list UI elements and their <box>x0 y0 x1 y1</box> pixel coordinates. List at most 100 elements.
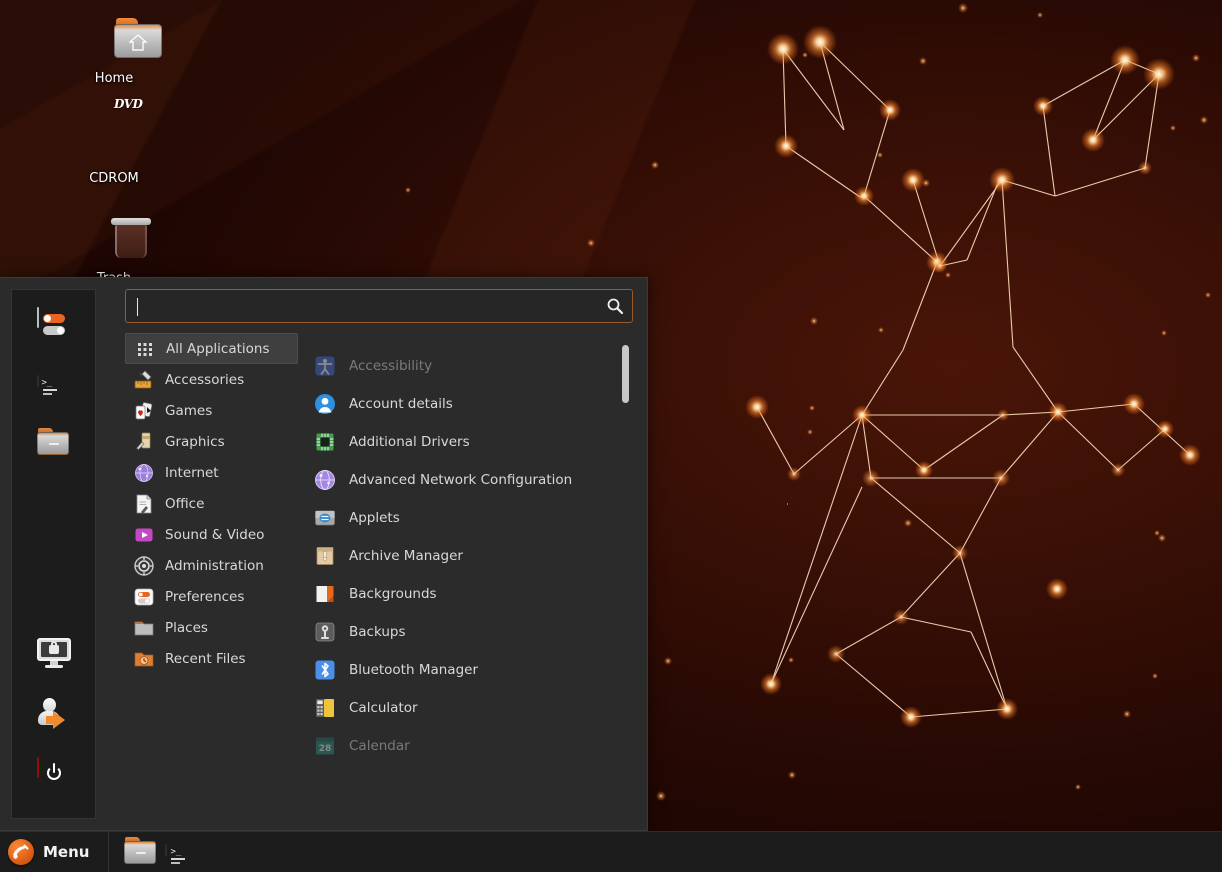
file-manager-launcher[interactable] <box>124 837 156 867</box>
category-item-administration[interactable]: Administration <box>125 550 298 581</box>
category-item-all-applications[interactable]: All Applications <box>125 333 298 364</box>
application-item-calculator[interactable]: Calculator <box>306 689 625 727</box>
category-item-preferences[interactable]: Preferences <box>125 581 298 612</box>
recent-files-icon <box>133 648 155 670</box>
accessibility-icon <box>314 355 336 377</box>
category-label: Graphics <box>165 434 225 450</box>
games-icon <box>133 400 155 422</box>
svg-text:28: 28 <box>319 744 332 754</box>
application-item-clipped[interactable] <box>306 333 625 347</box>
menu-main-area: All Applications Accessories Games <box>96 278 647 830</box>
category-label: Places <box>165 620 208 636</box>
application-label: Accessibility <box>349 358 432 374</box>
advanced-network-icon <box>314 469 336 491</box>
sidebar-item-terminal[interactable]: >_ <box>37 368 71 402</box>
category-item-accessories[interactable]: Accessories <box>125 364 298 395</box>
search-input[interactable] <box>136 299 606 314</box>
sidebar-item-lock-screen[interactable] <box>37 638 71 672</box>
application-list: Accessibility Account details <box>306 333 625 830</box>
apps-scrollbar-track[interactable] <box>622 341 629 824</box>
category-label: Office <box>165 496 204 512</box>
terminal-icon: >_ <box>165 844 167 856</box>
cdrom-icon: DVD <box>90 118 138 166</box>
menu-system-sidebar: >_ <box>11 289 96 819</box>
category-item-graphics[interactable]: Graphics <box>125 426 298 457</box>
office-icon <box>133 493 155 515</box>
search-box[interactable] <box>125 289 633 323</box>
category-item-places[interactable]: Places <box>125 612 298 643</box>
sidebar-item-files[interactable] <box>37 428 71 462</box>
trash-icon <box>90 218 138 266</box>
additional-drivers-icon <box>314 431 336 453</box>
application-item-calendar[interactable]: 28 Calendar <box>306 727 625 765</box>
application-menu-popup: >_ <box>0 277 648 831</box>
preferences-icon <box>133 586 155 608</box>
desktop-icon-trash[interactable]: Trash <box>66 218 162 286</box>
terminal-launcher[interactable]: >_ <box>165 837 197 867</box>
backups-icon <box>314 621 336 643</box>
internet-icon <box>133 462 155 484</box>
mint-logo-icon <box>8 839 34 865</box>
backgrounds-icon <box>314 583 336 605</box>
category-label: Accessories <box>165 372 244 388</box>
application-item-bluetooth-manager[interactable]: Bluetooth Manager <box>306 651 625 689</box>
home-folder-icon <box>90 18 138 66</box>
application-list-wrap: Accessibility Account details <box>298 333 647 830</box>
category-item-sound-video[interactable]: Sound & Video <box>125 519 298 550</box>
application-label: Backgrounds <box>349 586 437 602</box>
menu-button[interactable]: Menu <box>0 832 102 872</box>
category-label: Internet <box>165 465 219 481</box>
application-label: Backups <box>349 624 406 640</box>
category-item-recent-files[interactable]: Recent Files <box>125 643 298 674</box>
category-item-internet[interactable]: Internet <box>125 457 298 488</box>
application-label: Account details <box>349 396 453 412</box>
application-item-account-details[interactable]: Account details <box>306 385 625 423</box>
application-label: Additional Drivers <box>349 434 470 450</box>
application-item-applets[interactable]: Applets <box>306 499 625 537</box>
application-item-advanced-network-configuration[interactable]: Advanced Network Configuration <box>306 461 625 499</box>
graphics-icon <box>133 431 155 453</box>
desktop-icon-label: CDROM <box>66 171 162 186</box>
grid-icon <box>134 338 156 360</box>
desktop-icon-home[interactable]: Home <box>66 18 162 86</box>
text-caret <box>137 298 138 316</box>
application-item-backgrounds[interactable]: Backgrounds <box>306 575 625 613</box>
bluetooth-manager-icon <box>314 659 336 681</box>
category-label: Sound & Video <box>165 527 264 543</box>
desktop-icon-cdrom[interactable]: DVD CDROM <box>66 118 162 186</box>
clipped-app-icon <box>314 333 336 347</box>
category-list: All Applications Accessories Games <box>96 333 298 830</box>
sidebar-item-quit[interactable] <box>37 758 71 792</box>
application-label: Applets <box>349 510 400 526</box>
category-label: Preferences <box>165 589 244 605</box>
application-item-additional-drivers[interactable]: Additional Drivers <box>306 423 625 461</box>
sidebar-item-system-settings[interactable] <box>37 308 71 342</box>
calendar-icon: 28 <box>314 735 336 757</box>
application-item-archive-manager[interactable]: Archive Manager <box>306 537 625 575</box>
accessories-icon <box>133 369 155 391</box>
power-icon <box>37 757 39 778</box>
category-label: Games <box>165 403 212 419</box>
search-row <box>96 289 647 323</box>
places-icon <box>133 617 155 639</box>
category-item-games[interactable]: Games <box>125 395 298 426</box>
menu-button-label: Menu <box>43 843 89 861</box>
apps-scrollbar-thumb[interactable] <box>622 345 629 403</box>
application-item-backups[interactable]: Backups <box>306 613 625 651</box>
desktop-icon-label: Home <box>66 71 162 86</box>
application-label: Calculator <box>349 700 418 716</box>
category-item-office[interactable]: Office <box>125 488 298 519</box>
application-item-accessibility[interactable]: Accessibility <box>306 347 625 385</box>
application-label: Archive Manager <box>349 548 463 564</box>
applets-icon <box>314 507 336 529</box>
application-label: Bluetooth Manager <box>349 662 478 678</box>
account-details-icon <box>314 393 336 415</box>
search-icon[interactable] <box>606 297 624 315</box>
taskbar-panel: Menu >_ <box>0 831 1222 872</box>
preferences-icon <box>37 307 39 328</box>
calculator-icon <box>314 697 336 719</box>
sidebar-item-logout[interactable] <box>37 698 71 732</box>
category-label: All Applications <box>166 341 270 357</box>
administration-icon <box>133 555 155 577</box>
desktop: Home DVD CDROM Trash >_ <box>0 0 1222 872</box>
